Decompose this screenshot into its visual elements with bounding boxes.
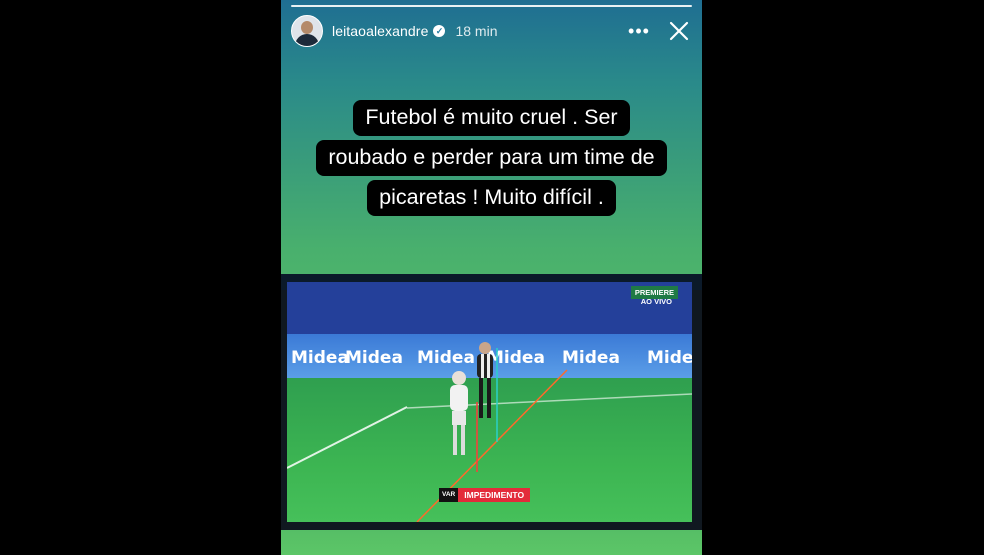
story-header: leitaoalexandre ✓ 18 min ••• bbox=[291, 14, 692, 48]
profile-avatar[interactable] bbox=[291, 15, 323, 47]
caption-line: picaretas ! Muito difícil . bbox=[367, 180, 616, 216]
var-tag: VAR bbox=[439, 488, 459, 502]
post-time: 18 min bbox=[455, 23, 498, 39]
more-options-icon[interactable]: ••• bbox=[626, 21, 652, 42]
story-caption: Futebol é muito cruel . Ser roubado e pe… bbox=[295, 100, 688, 220]
username[interactable]: leitaoalexandre bbox=[332, 23, 428, 39]
player-striped bbox=[477, 342, 493, 418]
var-offside-banner: VAR IMPEDIMENTO bbox=[439, 488, 531, 502]
live-label: AO VIVO bbox=[640, 297, 672, 306]
story-bottom bbox=[281, 530, 702, 555]
story-progress-bar bbox=[291, 5, 692, 7]
tv-photo: Midea Midea Midea Midea Midea Midea bbox=[281, 274, 702, 530]
verified-badge-icon: ✓ bbox=[433, 25, 446, 37]
tv-screen: Midea Midea Midea Midea Midea Midea bbox=[287, 282, 692, 522]
var-decision-label: IMPEDIMENTO bbox=[458, 488, 531, 502]
caption-line: roubado e perder para um time de bbox=[316, 140, 667, 176]
instagram-story: leitaoalexandre ✓ 18 min ••• Futebol é m… bbox=[281, 0, 702, 555]
caption-line: Futebol é muito cruel . Ser bbox=[353, 100, 630, 136]
close-icon[interactable] bbox=[666, 18, 692, 44]
offside-lines bbox=[287, 342, 692, 522]
player-white bbox=[450, 371, 468, 455]
